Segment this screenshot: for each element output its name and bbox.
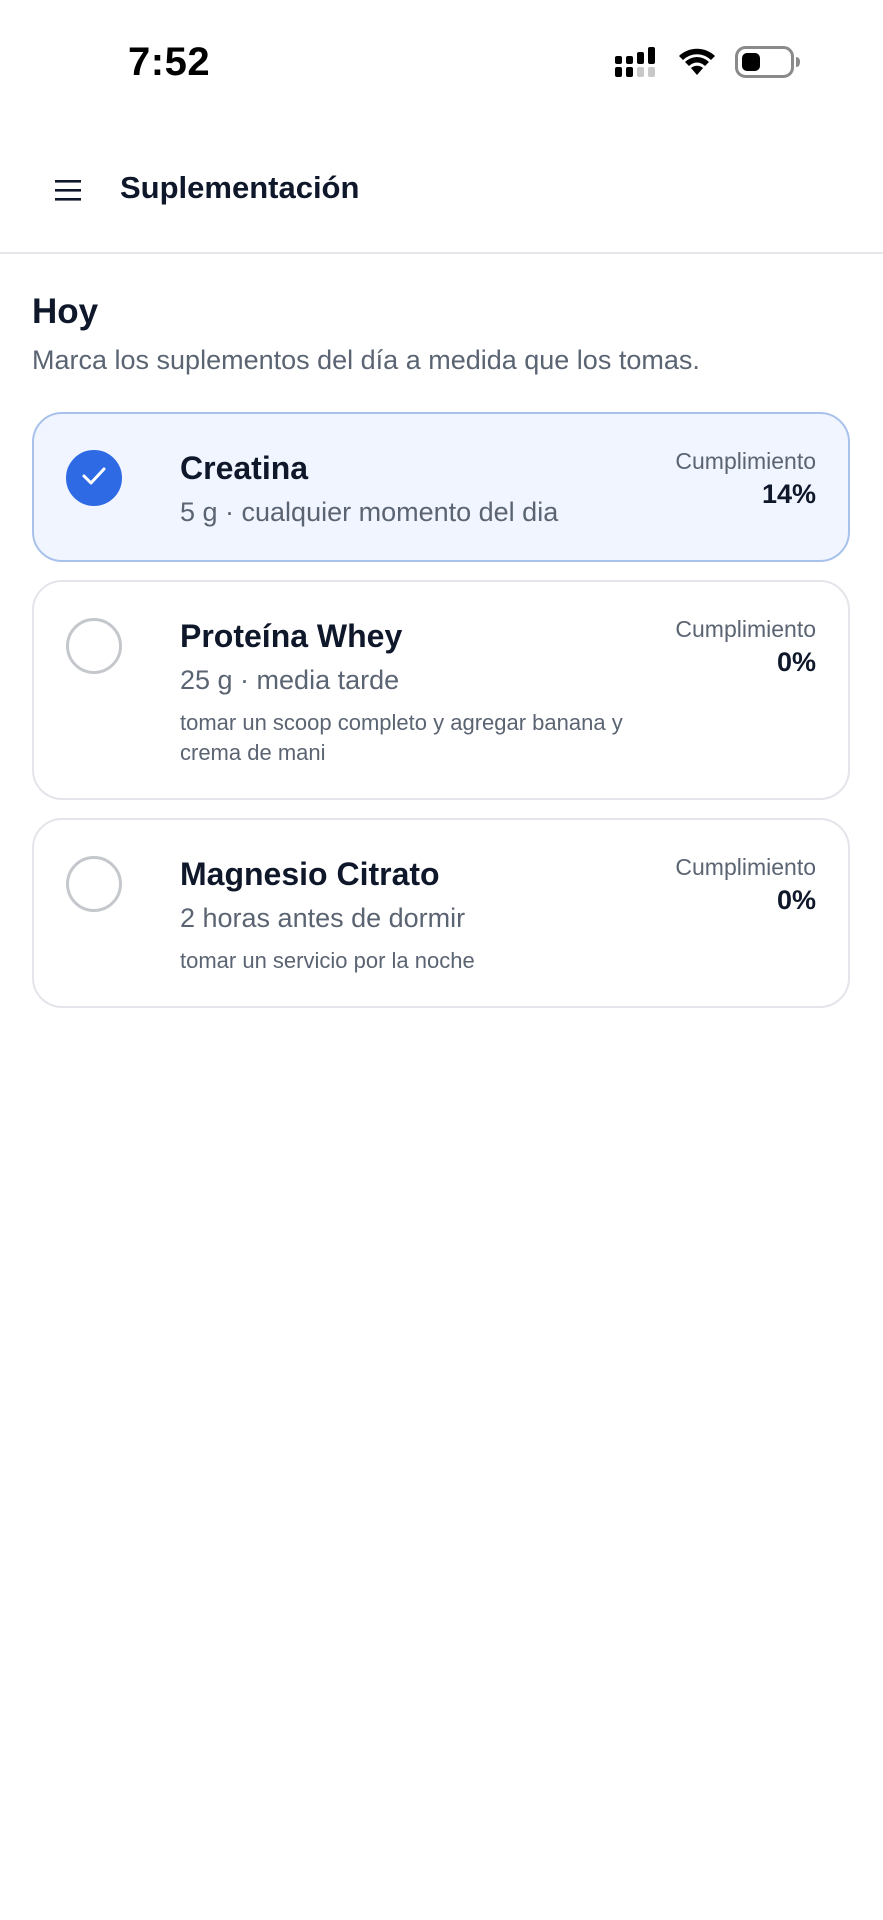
status-icons (615, 46, 801, 83)
compliance-value: 0% (776, 647, 816, 677)
section-subtitle: Marca los suplementos del día a medida q… (32, 345, 700, 375)
menu-button[interactable] (44, 168, 92, 216)
supplement-dose: 25 g · media tarde (180, 665, 400, 695)
compliance-label: Cumplimiento (675, 448, 816, 474)
supplement-name: Magnesio Citrato (180, 856, 440, 892)
compliance-value: 0% (776, 885, 816, 915)
supplement-name: Proteína Whey (180, 618, 403, 654)
compliance-label: Cumplimiento (675, 616, 816, 642)
supplement-name: Creatina (180, 450, 309, 486)
supplement-list: Creatina 5 g · cualquier momento del dia… (32, 412, 850, 1008)
supplement-info: Magnesio Citrato 2 horas antes de dormir… (180, 854, 640, 976)
battery-icon (735, 46, 801, 83)
compliance-block: Cumplimiento 0% (675, 614, 816, 680)
supplement-checkbox[interactable] (66, 618, 122, 674)
supplement-info: Proteína Whey 25 g · media tarde tomar u… (180, 616, 640, 768)
main-content: Hoy Marca los suplementos del día a medi… (32, 290, 850, 1008)
supplement-dose: 2 horas antes de dormir (180, 903, 466, 933)
status-time: 7:52 (128, 40, 211, 84)
wifi-icon (677, 47, 717, 82)
compliance-block: Cumplimiento 14% (675, 446, 816, 512)
page-title: Suplementación (120, 170, 360, 205)
checkmark-icon (81, 466, 107, 491)
supplement-dose: 5 g · cualquier momento del dia (180, 497, 559, 527)
supplement-note: tomar un servicio por la noche (180, 948, 475, 973)
supplement-checkbox[interactable] (66, 856, 122, 912)
supplement-card[interactable]: Magnesio Citrato 2 horas antes de dormir… (32, 818, 850, 1008)
compliance-label: Cumplimiento (675, 854, 816, 880)
compliance-block: Cumplimiento 0% (675, 852, 816, 918)
supplement-info: Creatina 5 g · cualquier momento del dia (180, 448, 640, 530)
section-title: Hoy (32, 292, 99, 331)
app-bar: Suplementación (0, 140, 883, 254)
supplement-checkbox[interactable] (66, 450, 122, 506)
compliance-value: 14% (761, 479, 816, 509)
supplement-card[interactable]: Creatina 5 g · cualquier momento del dia… (32, 412, 850, 562)
supplement-note: tomar un scoop completo y agregar banana… (180, 710, 623, 765)
hamburger-menu-icon (54, 178, 82, 207)
supplement-card[interactable]: Proteína Whey 25 g · media tarde tomar u… (32, 580, 850, 800)
cellular-signal-icon (615, 47, 659, 82)
status-bar: 7:52 (0, 0, 883, 120)
